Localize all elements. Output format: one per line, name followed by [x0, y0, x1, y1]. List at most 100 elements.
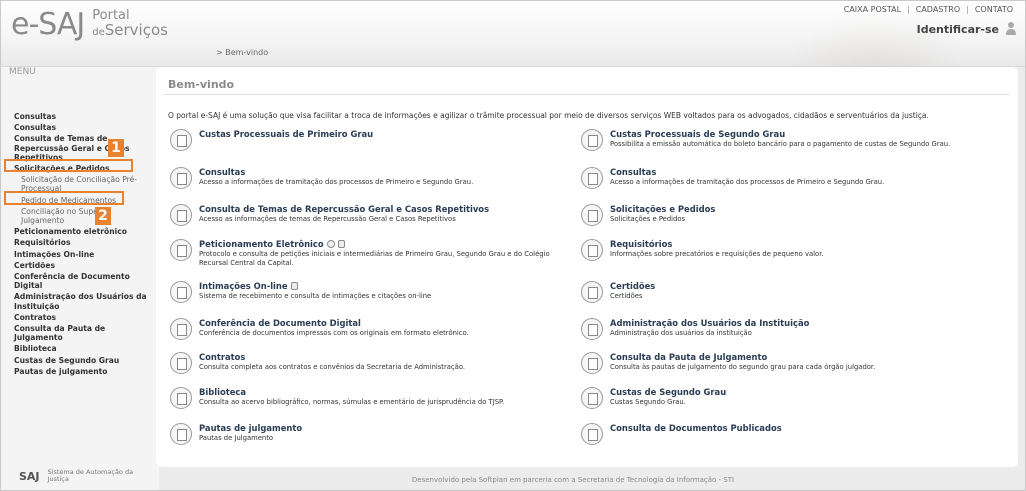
user-icon[interactable] [1005, 21, 1017, 35]
sidebar-item[interactable]: Administração dos Usuários da Instituiçã… [14, 291, 156, 311]
sidebar-item[interactable]: Biblioteca [14, 343, 156, 354]
service-description: Custas Segundo Grau. [610, 398, 686, 406]
service-icon[interactable] [581, 423, 603, 445]
service-name[interactable]: Custas Processuais de Segundo Grau [610, 129, 785, 139]
service-link[interactable]: Custas Processuais de Segundo Grau [610, 129, 785, 139]
sidebar-item[interactable]: Certidões [14, 260, 156, 271]
service-description: Acesso as informações de temas de Reperc… [199, 215, 456, 223]
service-icon[interactable] [170, 129, 192, 151]
intro-text: O portal e-SAJ é uma solução que visa fa… [168, 111, 929, 120]
service-description: Solicitações e Pedidos [610, 215, 686, 223]
service-icon[interactable] [581, 352, 603, 374]
service-link[interactable]: Peticionamento Eletrônico [199, 239, 345, 249]
service-link[interactable]: Contratos [199, 352, 245, 362]
service-description: Pautas de Julgamento [199, 434, 274, 442]
sidebar-item[interactable]: Consulta da Pauta de Julgamento [14, 323, 156, 343]
service-link[interactable]: Pautas de julgamento [199, 423, 302, 433]
service-link[interactable]: Biblioteca [199, 387, 246, 397]
top-link-separator: | [966, 5, 969, 14]
esaj-logo[interactable]: e-SAJ Portal deServiços [11, 7, 168, 42]
service-link[interactable]: Requisitórios [610, 239, 672, 249]
sidebar-item[interactable]: Intimações On-line [14, 249, 156, 260]
header: e-SAJ Portal deServiços CAIXA POSTAL | C… [1, 1, 1025, 131]
caixa-postal-link[interactable]: CAIXA POSTAL [844, 5, 901, 14]
sidebar: MENU Consultas Consultas Consulta de Temas… [1, 67, 159, 490]
service-description: Administração dos usuários da instituiçã… [610, 329, 752, 337]
service-name[interactable]: Consultas [199, 167, 245, 177]
service-name[interactable]: Consulta de Documentos Publicados [610, 423, 782, 433]
service-name[interactable]: Pautas de julgamento [199, 423, 302, 433]
service-link[interactable]: Conferência de Documento Digital [199, 318, 361, 328]
service-link[interactable]: Consultas [610, 167, 656, 177]
logo-portal-text: Portal deServiços [92, 9, 168, 40]
service-name[interactable]: Contratos [199, 352, 245, 362]
service-link[interactable]: Solicitações e Pedidos [610, 204, 715, 214]
service-name[interactable]: Certidões [610, 281, 655, 291]
service-description: Conferência de documentos impressos com … [199, 329, 469, 337]
service-icon[interactable] [170, 423, 192, 445]
service-icon[interactable] [170, 239, 192, 261]
service-name[interactable]: Consulta da Pauta de Julgamento [610, 352, 767, 362]
contato-link[interactable]: CONTATO [975, 5, 1013, 14]
service-icon[interactable] [170, 387, 192, 409]
service-icon[interactable] [581, 239, 603, 261]
sidebar-item[interactable]: Consultas [14, 111, 156, 122]
service-icon[interactable] [170, 318, 192, 340]
service-icon[interactable] [170, 352, 192, 374]
service-name[interactable]: Intimações On-line [199, 281, 288, 291]
service-link[interactable]: Consulta da Pauta de Julgamento [610, 352, 767, 362]
service-name[interactable]: Administração dos Usuários da Instituiçã… [610, 318, 809, 328]
top-link-separator: | [907, 5, 910, 14]
page-title: Bem-vindo [168, 78, 235, 91]
logo-de-word: de [92, 27, 105, 38]
service-description: Sistema de recebimento e consulta de int… [199, 292, 432, 300]
sidebar-item[interactable]: Custas de Segundo Grau [14, 355, 156, 366]
service-icon[interactable] [581, 281, 603, 303]
service-description: Protocolo e consulta de petições iniciai… [199, 250, 550, 267]
service-description: Informações sobre precatórios e requisiç… [610, 250, 824, 258]
service-name[interactable]: Biblioteca [199, 387, 246, 397]
service-icon[interactable] [581, 318, 603, 340]
sidebar-item[interactable]: Contratos [14, 312, 156, 323]
service-name[interactable]: Peticionamento Eletrônico [199, 239, 324, 249]
annotation-highlight-solicitacoes [4, 159, 133, 172]
service-link[interactable]: Consultas [199, 167, 245, 177]
service-name[interactable]: Consulta de Temas de Repercussão Geral e… [199, 204, 489, 214]
identificar-se-link[interactable]: Identificar-se [917, 23, 999, 36]
sidebar-item[interactable]: Requisitórios [14, 237, 156, 248]
service-icon[interactable] [170, 167, 192, 189]
service-name[interactable]: Consultas [610, 167, 656, 177]
service-icon[interactable] [581, 387, 603, 409]
service-link[interactable]: Certidões [610, 281, 655, 291]
annotation-highlight-pedido-medicamentos [4, 191, 124, 205]
service-icon[interactable] [170, 204, 192, 226]
service-icon[interactable] [581, 167, 603, 189]
annotation-badge-1: 1 [108, 139, 124, 157]
lock-icon [290, 282, 298, 290]
service-name[interactable]: Conferência de Documento Digital [199, 318, 361, 328]
service-name[interactable]: Custas Processuais de Primeiro Grau [199, 129, 373, 139]
service-link[interactable]: Custas Processuais de Primeiro Grau [199, 129, 373, 139]
sidebar-subitem[interactable]: Conciliação no Superior Julgamento [14, 206, 156, 226]
main-content: Bem-vindo O portal e-SAJ é uma solução q… [156, 67, 1018, 467]
service-name[interactable]: Custas de Segundo Grau [610, 387, 726, 397]
service-link[interactable]: Administração dos Usuários da Instituiçã… [610, 318, 809, 328]
sidebar-item[interactable]: Peticionamento eletrônico [14, 226, 156, 237]
logo-servicos-word: Serviços [104, 21, 168, 39]
service-link[interactable]: Consulta de Temas de Repercussão Geral e… [199, 204, 489, 214]
sidebar-item[interactable]: Consultas [14, 122, 156, 133]
cadastro-link[interactable]: CADASTRO [916, 5, 960, 14]
service-link[interactable]: Consulta de Documentos Publicados [610, 423, 782, 433]
sidebar-item[interactable]: Conferência de Documento Digital [14, 271, 156, 291]
service-description: Acesso a informações de tramitação dos p… [199, 178, 474, 186]
service-name[interactable]: Requisitórios [610, 239, 672, 249]
menu-title: MENU [9, 67, 36, 77]
service-icon[interactable] [170, 281, 192, 303]
sidebar-item[interactable]: Pautas de julgamento [14, 366, 156, 377]
service-description: Certidões [610, 292, 643, 300]
service-icon[interactable] [581, 204, 603, 226]
service-link[interactable]: Intimações On-line [199, 281, 298, 291]
service-icon[interactable] [581, 129, 603, 151]
service-name[interactable]: Solicitações e Pedidos [610, 204, 715, 214]
service-link[interactable]: Custas de Segundo Grau [610, 387, 726, 397]
